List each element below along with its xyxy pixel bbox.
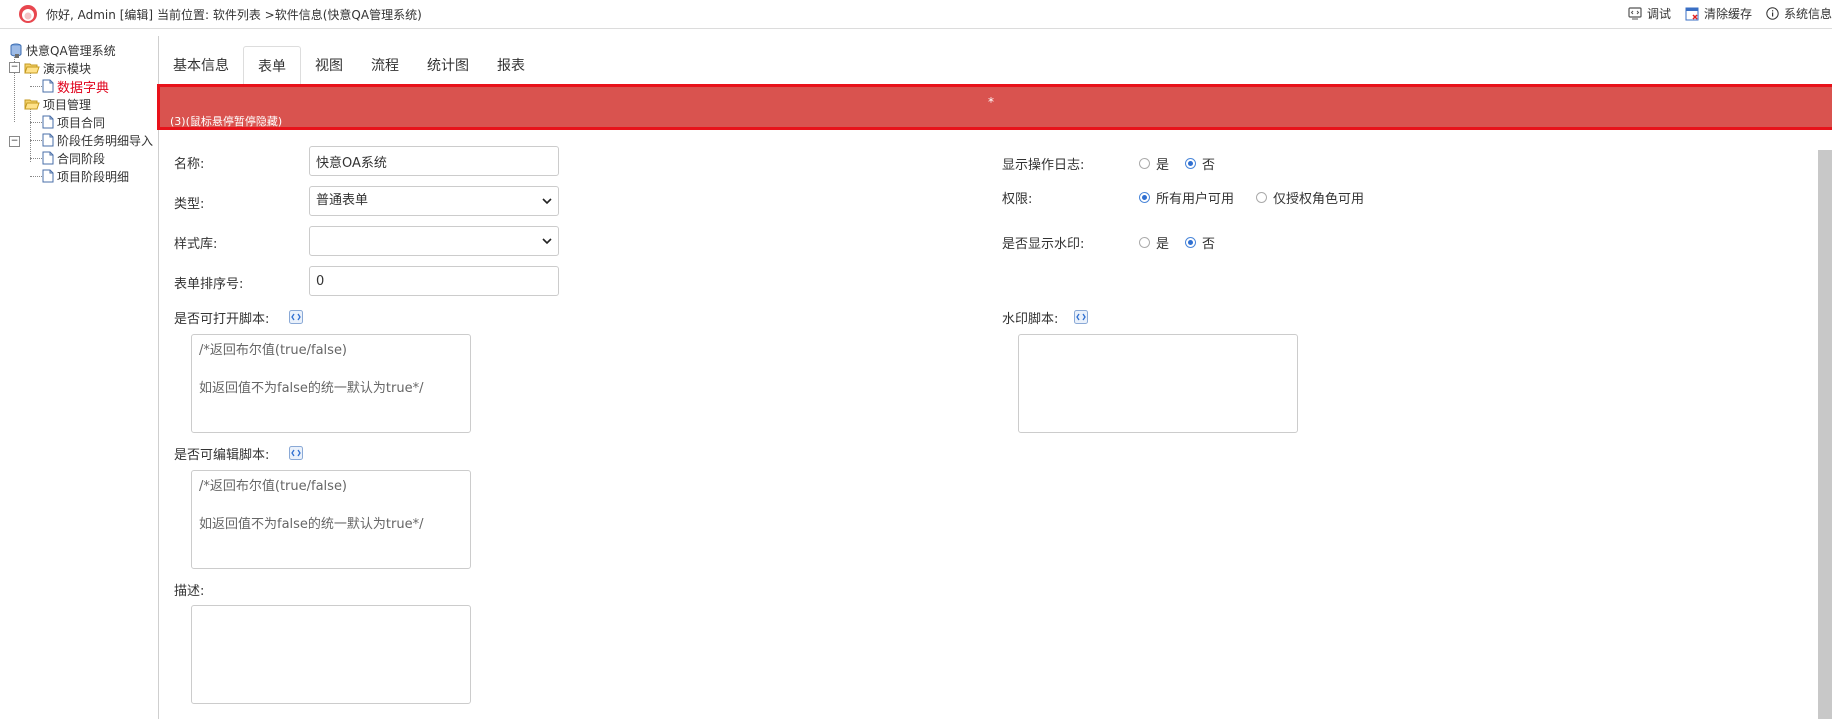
tree-item-stage-task-import[interactable]: 阶段任务明细导入	[42, 132, 153, 148]
system-info-button[interactable]: 系统信息	[1766, 5, 1832, 22]
watermark-no-radio[interactable]: 否	[1185, 233, 1215, 252]
tab-bar: 基本信息 表单 视图 流程 统计图 报表	[159, 46, 539, 85]
tab-report[interactable]: 报表	[483, 46, 539, 84]
tree-item-label: 合同阶段	[57, 151, 106, 166]
tree-item-label: 项目阶段明细	[57, 169, 130, 184]
type-select[interactable]: 普通表单	[309, 186, 559, 216]
tree-item-label: 项目合同	[57, 115, 106, 130]
watermark-no-label: 否	[1202, 237, 1216, 252]
open-script-textarea[interactable]: /*返回布尔值(true/false) 如返回值不为false的统一默认为tru…	[191, 334, 471, 433]
edit-script-label: 是否可编辑脚本:	[174, 448, 270, 463]
description-label: 描述:	[174, 584, 205, 599]
radio-unchecked-icon	[1256, 192, 1267, 203]
tree-root[interactable]: 快意QA管理系统	[9, 42, 116, 58]
page-icon	[42, 115, 54, 129]
order-input[interactable]	[309, 266, 559, 296]
edit-script-line1: /*返回布尔值(true/false)	[199, 479, 348, 494]
radio-unchecked-icon	[1139, 158, 1150, 169]
tree-item-data-dictionary[interactable]: 数据字典	[42, 78, 110, 96]
show-log-no-label: 否	[1202, 158, 1216, 173]
tree-item-project-stage-detail[interactable]: 项目阶段明细	[42, 168, 129, 184]
type-label: 类型:	[174, 197, 205, 212]
edit-script-textarea[interactable]: /*返回布尔值(true/false) 如返回值不为false的统一默认为tru…	[191, 470, 471, 569]
permission-authorized-roles-radio[interactable]: 仅授权角色可用	[1256, 188, 1364, 207]
script-editor-icon[interactable]	[1074, 310, 1088, 324]
permission-label: 权限:	[1002, 192, 1033, 207]
collapse-toggle-icon[interactable]: −	[9, 62, 20, 73]
show-log-yes-radio[interactable]: 是	[1139, 154, 1169, 173]
description-textarea[interactable]	[191, 605, 471, 704]
tree-item-data-dictionary-label: 数据字典	[57, 80, 110, 96]
avatar-logo-icon	[19, 5, 37, 23]
page-icon	[42, 133, 54, 147]
watermark-label: 是否显示水印:	[1002, 237, 1085, 252]
watermark-yes-radio[interactable]: 是	[1139, 233, 1169, 252]
vertical-scrollbar[interactable]	[1818, 150, 1832, 719]
debug-label: 调试	[1646, 7, 1671, 21]
clear-cache-label: 清除缓存	[1703, 7, 1752, 21]
name-input[interactable]	[309, 146, 559, 176]
alert-banner[interactable]: * (3)(鼠标悬停暂停隐藏)	[157, 84, 1832, 130]
name-label: 名称:	[174, 157, 205, 172]
tree-group-project-label: 项目管理	[43, 97, 92, 112]
tab-basic-info[interactable]: 基本信息	[159, 46, 243, 84]
radio-checked-icon	[1139, 192, 1150, 203]
watermark-script-textarea[interactable]	[1018, 334, 1298, 433]
database-icon	[10, 43, 22, 58]
banner-star: *	[988, 95, 994, 109]
watermark-yes-label: 是	[1156, 237, 1170, 252]
header-tools: 调试 清除缓存 系统信息	[1628, 5, 1832, 22]
script-editor-icon[interactable]	[289, 446, 303, 460]
folder-open-icon	[24, 63, 40, 74]
tree-group-demo-label: 演示模块	[43, 61, 92, 76]
page-icon	[42, 169, 54, 183]
banner-message: (3)(鼠标悬停暂停隐藏)	[170, 115, 283, 128]
type-select-value: 普通表单	[316, 193, 369, 208]
info-icon	[1766, 7, 1779, 20]
tab-flow[interactable]: 流程	[357, 46, 413, 84]
top-bar: 你好, Admin [编辑] 当前位置: 软件列表 >软件信息(快意QA管理系统…	[0, 0, 1832, 29]
chevron-down-icon	[542, 198, 552, 205]
tree-group-project[interactable]: 项目管理	[24, 96, 91, 112]
tree-item-label: 阶段任务明细导入	[57, 133, 154, 148]
folder-open-icon	[24, 99, 40, 110]
debug-button[interactable]: 调试	[1628, 5, 1671, 22]
system-info-label: 系统信息	[1783, 7, 1832, 21]
radio-unchecked-icon	[1139, 237, 1150, 248]
debug-icon	[1628, 7, 1642, 20]
tab-view[interactable]: 视图	[301, 46, 357, 84]
watermark-script-label: 水印脚本:	[1002, 312, 1059, 327]
tab-chart[interactable]: 统计图	[413, 46, 483, 84]
radio-checked-icon	[1185, 158, 1196, 169]
order-label: 表单排序号:	[174, 277, 244, 292]
tree-item-project-contract[interactable]: 项目合同	[42, 114, 105, 130]
open-script-label: 是否可打开脚本:	[174, 312, 270, 327]
greeting-text[interactable]: 你好, Admin [编辑]	[46, 6, 153, 23]
tab-form[interactable]: 表单	[243, 46, 301, 85]
breadcrumb: 当前位置: 软件列表 >软件信息(快意QA管理系统)	[157, 8, 422, 22]
permission-all-users-radio[interactable]: 所有用户可用	[1139, 188, 1234, 207]
permission-authorized-roles-label: 仅授权角色可用	[1273, 192, 1365, 207]
tree-item-contract-stage[interactable]: 合同阶段	[42, 150, 105, 166]
tree-group-demo[interactable]: 演示模块	[24, 60, 91, 76]
chevron-down-icon	[542, 238, 552, 245]
tree-root-label: 快意QA管理系统	[26, 43, 116, 58]
show-log-no-radio[interactable]: 否	[1185, 154, 1215, 173]
permission-all-users-label: 所有用户可用	[1156, 192, 1235, 207]
style-label: 样式库:	[174, 237, 218, 252]
collapse-toggle-icon[interactable]: −	[9, 136, 20, 147]
clear-cache-icon	[1685, 7, 1699, 20]
open-script-line2: 如返回值不为false的统一默认为true*/	[199, 381, 424, 396]
show-log-label: 显示操作日志:	[1002, 158, 1085, 173]
edit-script-line2: 如返回值不为false的统一默认为true*/	[199, 517, 424, 532]
page-icon	[42, 79, 54, 93]
page-icon	[42, 151, 54, 165]
radio-checked-icon	[1185, 237, 1196, 248]
show-log-yes-label: 是	[1156, 158, 1170, 173]
style-select[interactable]	[309, 226, 559, 256]
script-editor-icon[interactable]	[289, 310, 303, 324]
sidebar-tree: 快意QA管理系统 − 演示模块 数据字典 − 项目管理 项目合同 阶段任务明细导…	[0, 36, 159, 719]
clear-cache-button[interactable]: 清除缓存	[1685, 5, 1752, 22]
open-script-line1: /*返回布尔值(true/false)	[199, 343, 348, 358]
